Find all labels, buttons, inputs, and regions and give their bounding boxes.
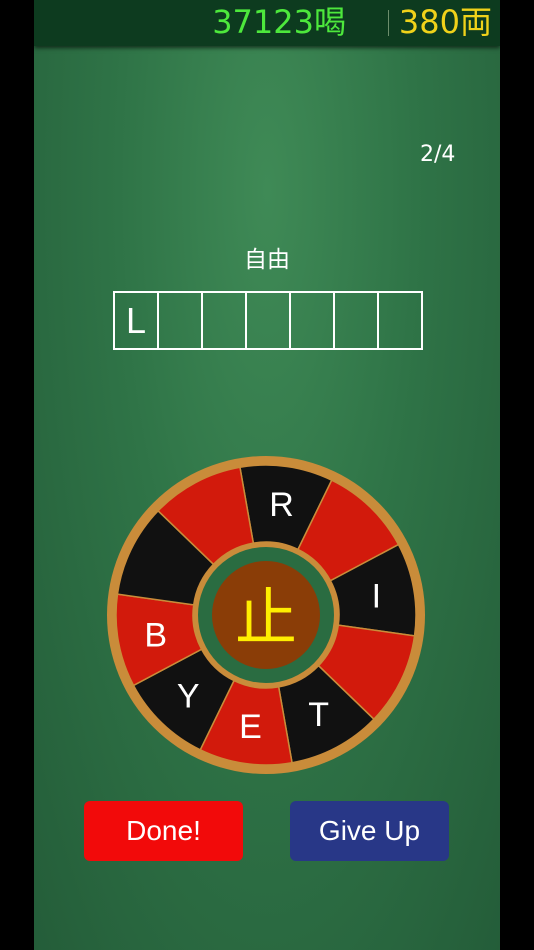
answer-slot (245, 291, 291, 350)
wheel-letter: Y (177, 678, 200, 716)
money-counter: 380両 (398, 3, 492, 41)
question-progress: 2/4 (420, 142, 456, 167)
give-up-button[interactable]: Give Up (290, 801, 449, 861)
score-counter: 37123喝 (212, 3, 346, 41)
answer-slot (333, 291, 379, 350)
status-bar: 37123喝 380両 (34, 0, 500, 46)
answer-slot (289, 291, 335, 350)
wheel-letter: R (269, 486, 294, 524)
wheel-letter: B (144, 616, 167, 654)
done-button[interactable]: Done! (84, 801, 243, 861)
wheel-letter: I (372, 578, 381, 616)
answer-slot (201, 291, 247, 350)
answer-slot (157, 291, 203, 350)
letter-wheel[interactable]: R I T E YB 止 (106, 455, 426, 775)
wheel-letter: E (239, 708, 262, 746)
status-divider (388, 10, 389, 36)
clue-text: 自由 (244, 247, 290, 273)
wheel-letter: T (308, 696, 329, 734)
answer-slot (377, 291, 423, 350)
answer-slots: L (113, 291, 423, 350)
answer-slot: L (113, 291, 159, 350)
stop-label: 止 (235, 581, 297, 654)
